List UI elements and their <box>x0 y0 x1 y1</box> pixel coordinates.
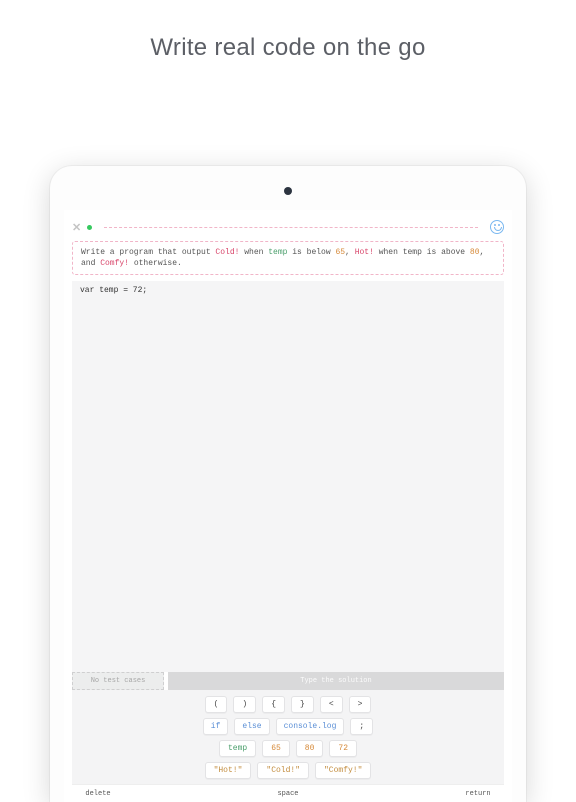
key-lparen[interactable]: ( <box>205 696 228 713</box>
space-key[interactable]: space <box>126 785 450 802</box>
device-frame: ✕ Write a program that output Cold! when… <box>50 166 526 802</box>
key-cold-string[interactable]: "Cold!" <box>257 762 309 779</box>
prompt-65: 65 <box>335 248 345 257</box>
bottom-keyboard-row: delete space return <box>72 784 504 802</box>
key-row-3: temp 65 80 72 <box>72 740 504 757</box>
progress-dot <box>87 225 92 230</box>
camera-dot <box>284 187 292 195</box>
prompt-text: otherwise. <box>129 259 182 268</box>
prompt-text: , <box>345 248 355 257</box>
key-80[interactable]: 80 <box>296 740 324 757</box>
key-lt[interactable]: < <box>320 696 343 713</box>
key-else[interactable]: else <box>234 718 269 735</box>
token-keyboard: ( ) { } < > if else console.log ; temp 6… <box>72 690 504 784</box>
key-semicolon[interactable]: ; <box>350 718 373 735</box>
key-if[interactable]: if <box>203 718 229 735</box>
key-65[interactable]: 65 <box>262 740 290 757</box>
delete-key[interactable]: delete <box>72 785 124 802</box>
type-solution-button[interactable]: Type the solution <box>168 672 504 690</box>
key-row-1: ( ) { } < > <box>72 696 504 713</box>
prompt-hot: Hot! <box>355 248 374 257</box>
toolbar-row: No test cases Type the solution <box>72 672 504 690</box>
key-row-4: "Hot!" "Cold!" "Comfy!" <box>72 762 504 779</box>
key-temp[interactable]: temp <box>219 740 256 757</box>
problem-prompt: Write a program that output Cold! when t… <box>72 241 504 275</box>
key-lbrace[interactable]: { <box>262 696 285 713</box>
page-heading: Write real code on the go <box>0 34 576 62</box>
app-screen: ✕ Write a program that output Cold! when… <box>64 210 512 802</box>
progress-line <box>104 227 478 228</box>
key-rparen[interactable]: ) <box>233 696 256 713</box>
no-tests-button[interactable]: No test cases <box>72 672 164 690</box>
key-rbrace[interactable]: } <box>291 696 314 713</box>
prompt-temp: temp <box>268 248 287 257</box>
return-key[interactable]: return <box>452 785 504 802</box>
smiley-icon <box>490 220 504 234</box>
prompt-comfy: Comfy! <box>100 259 129 268</box>
key-row-2: if else console.log ; <box>72 718 504 735</box>
progress-bar-row: ✕ <box>64 216 512 238</box>
prompt-text: Write a program that output <box>81 248 215 257</box>
close-icon[interactable]: ✕ <box>72 221 81 234</box>
code-editor[interactable]: var temp = 72; <box>72 281 504 672</box>
key-consolelog[interactable]: console.log <box>276 718 345 735</box>
prompt-cold: Cold! <box>215 248 239 257</box>
key-72[interactable]: 72 <box>329 740 357 757</box>
prompt-text: when temp is above <box>374 248 470 257</box>
key-gt[interactable]: > <box>349 696 372 713</box>
key-hot-string[interactable]: "Hot!" <box>205 762 252 779</box>
prompt-80: 80 <box>470 248 480 257</box>
device-bezel <box>50 166 526 210</box>
prompt-text: when <box>239 248 268 257</box>
key-comfy-string[interactable]: "Comfy!" <box>315 762 371 779</box>
prompt-text: is below <box>287 248 335 257</box>
